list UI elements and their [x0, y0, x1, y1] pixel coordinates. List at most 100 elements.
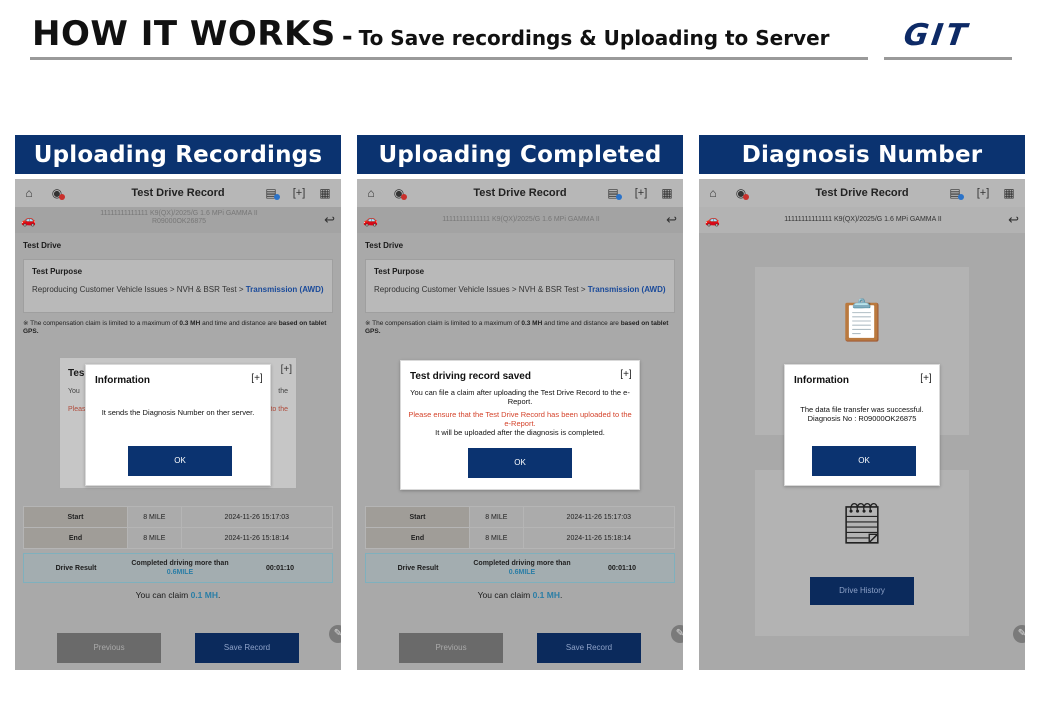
- dialog-message: It sends the Diagnosis Number on ther se…: [101, 408, 255, 417]
- compensation-note: ※ The compensation claim is limited to a…: [365, 320, 677, 336]
- dialog-message: You can file a claim after uploading the…: [405, 388, 635, 437]
- claim-value: 0.1 MH: [532, 590, 560, 600]
- dialog-line: You can file a claim after uploading the…: [410, 388, 630, 406]
- start-time: 2024-11-26 15:17:03: [522, 506, 676, 528]
- compensation-note: ※ The compensation claim is limited to a…: [23, 320, 335, 336]
- grid-icon[interactable]: ▦: [659, 185, 675, 201]
- drive-result-desc: Completed driving more than: [131, 560, 229, 567]
- start-mile: 8 MILE: [127, 506, 182, 528]
- clipboard-clock-icon: 🗒: [836, 502, 888, 546]
- grid-icon[interactable]: ▦: [317, 185, 333, 201]
- claim-suffix: .: [560, 590, 563, 600]
- start-label: Start: [365, 506, 470, 528]
- information-dialog: Information [+] The data file transfer w…: [784, 364, 940, 486]
- expand-icon[interactable]: [+]: [250, 372, 264, 386]
- grid-icon[interactable]: ▦: [1001, 185, 1017, 201]
- dialog-message: The data file transfer was successful. D…: [789, 405, 935, 423]
- app-screen: ⌂ ◉ Test Drive Record ▤ [+] ▦ 🚗 11111111…: [15, 179, 341, 670]
- claim-text: You can claim 0.1 MH.: [357, 590, 683, 600]
- purpose-highlight: Transmission (AWD): [245, 285, 324, 294]
- purpose-text: Reproducing Customer Vehicle Issues > NV…: [374, 285, 666, 295]
- expand-icon[interactable]: [+]: [975, 185, 991, 201]
- expand-icon[interactable]: [+]: [291, 185, 307, 201]
- vin-text: 11111111111111: [100, 210, 149, 217]
- save-record-button[interactable]: Save Record: [195, 633, 299, 663]
- pencil-icon[interactable]: ✎: [329, 625, 341, 643]
- drive-result-row: Drive Result Completed driving more than…: [23, 553, 333, 583]
- note-text-2: and time and distance are: [200, 320, 279, 327]
- drive-result-desc: Completed driving more than: [473, 560, 571, 567]
- model-text: K9(QX)/2025/G 1.6 MPi GAMMA II: [149, 210, 258, 217]
- back-arrow-icon[interactable]: ↩: [666, 212, 677, 228]
- slide-subtitle: To Save recordings & Uploading to Server: [358, 26, 830, 50]
- back-arrow-icon[interactable]: ↩: [1008, 212, 1019, 228]
- start-mile: 8 MILE: [469, 506, 524, 528]
- background-text: the: [278, 388, 288, 395]
- car-icon: 🚗: [21, 213, 36, 227]
- database-icon[interactable]: ▤: [605, 185, 622, 201]
- save-record-button[interactable]: Save Record: [537, 633, 641, 663]
- database-icon[interactable]: ▤: [263, 185, 280, 201]
- drive-history-button[interactable]: Drive History: [810, 577, 914, 605]
- purpose-text: Reproducing Customer Vehicle Issues > NV…: [32, 285, 324, 295]
- section-heading: Test Drive: [365, 241, 404, 250]
- drive-result-text: Completed driving more than 0.6MILE: [470, 559, 574, 577]
- dialog-warning: Please ensure that the Test Drive Record…: [408, 410, 632, 428]
- note-text-2: and time and distance are: [542, 320, 621, 327]
- panel-title: Uploading Recordings: [15, 135, 341, 174]
- drive-result-row: Drive Result Completed driving more than…: [365, 553, 675, 583]
- drive-result-time: 00:01:10: [265, 565, 295, 572]
- dialog-line: It will be uploaded after the diagnosis …: [435, 428, 605, 437]
- note-bold: 0.3 MH: [179, 320, 201, 327]
- background-dialog-title: Tes: [68, 368, 85, 379]
- note-bold: 0.3 MH: [521, 320, 543, 327]
- back-arrow-icon[interactable]: ↩: [324, 212, 335, 228]
- vehicle-bar: 🚗 11111111111111 K9(QX)/2025/G 1.6 MPi G…: [357, 207, 683, 233]
- app-toolbar: ⌂ ◉ Test Drive Record ▤ [+] ▦: [699, 179, 1025, 207]
- start-time: 2024-11-26 15:17:03: [180, 506, 334, 528]
- note-text: ※ The compensation claim is limited to a…: [23, 320, 180, 327]
- database-icon[interactable]: ▤: [947, 185, 964, 201]
- vehicle-bar: 🚗 11111111111111 K9(QX)/2025/G 1.6 MPi G…: [15, 207, 341, 233]
- title-separator: -: [341, 22, 353, 52]
- ok-button[interactable]: OK: [812, 446, 916, 476]
- end-time: 2024-11-26 15:18:14: [522, 527, 676, 549]
- title-underline: [30, 57, 868, 60]
- note-text: ※ The compensation claim is limited to a…: [365, 320, 522, 327]
- dialog-line: The data file transfer was successful.: [800, 405, 924, 414]
- purpose-highlight: Transmission (AWD): [587, 285, 666, 294]
- clipboard-car-icon: 📋: [837, 299, 887, 343]
- dialog-title: Test driving record saved: [410, 371, 531, 382]
- claim-prefix: You can claim: [135, 590, 191, 600]
- claim-text: You can claim 0.1 MH.: [15, 590, 341, 600]
- diagnosis-no-text: R09000OK26875: [151, 218, 207, 225]
- claim-value: 0.1 MH: [190, 590, 218, 600]
- pencil-icon[interactable]: ✎: [671, 625, 683, 643]
- drive-result-text: Completed driving more than 0.6MILE: [128, 559, 232, 577]
- diagnosis-number: Diagnosis No : R09000OK26875: [807, 414, 917, 423]
- previous-button[interactable]: Previous: [57, 633, 161, 663]
- previous-button[interactable]: Previous: [399, 633, 503, 663]
- table-row: End 8 MILE 2024-11-26 15:18:14: [365, 527, 676, 549]
- slide-title: HOW IT WORKS - To Save recordings & Upload…: [32, 14, 830, 54]
- app-screen: ⌂ ◉ Test Drive Record ▤ [+] ▦ 🚗 11111111…: [357, 179, 683, 670]
- drive-result-label: Drive Result: [55, 565, 97, 572]
- app-screen: ⌂ ◉ Test Drive Record ▤ [+] ▦ 🚗 11111111…: [699, 179, 1025, 670]
- panel-uploading-recordings: Uploading Recordings ⌂ ◉ Test Drive Reco…: [15, 135, 341, 670]
- git-logo: GIT: [884, 18, 1012, 53]
- expand-icon[interactable]: [+]: [633, 185, 649, 201]
- panel-diagnosis-number: Diagnosis Number Appears ⌂ ◉ Test Drive …: [699, 135, 1025, 670]
- pencil-icon[interactable]: ✎: [1013, 625, 1025, 643]
- ok-button[interactable]: OK: [128, 446, 232, 476]
- expand-icon[interactable]: [+]: [619, 368, 633, 382]
- ok-button[interactable]: OK: [468, 448, 572, 478]
- end-label: End: [365, 527, 470, 549]
- drive-result-time: 00:01:10: [607, 565, 637, 572]
- vehicle-bar: 🚗 11111111111111 K9(QX)/2025/G 1.6 MPi G…: [699, 207, 1025, 233]
- table-row: End 8 MILE 2024-11-26 15:18:14: [23, 527, 334, 549]
- end-mile: 8 MILE: [127, 527, 182, 549]
- car-icon: 🚗: [705, 213, 720, 227]
- vehicle-info: 11111111111111 K9(QX)/2025/G 1.6 MPi GAM…: [784, 216, 942, 223]
- expand-icon[interactable]: [+]: [919, 372, 933, 386]
- purpose-path: Reproducing Customer Vehicle Issues > NV…: [32, 285, 246, 294]
